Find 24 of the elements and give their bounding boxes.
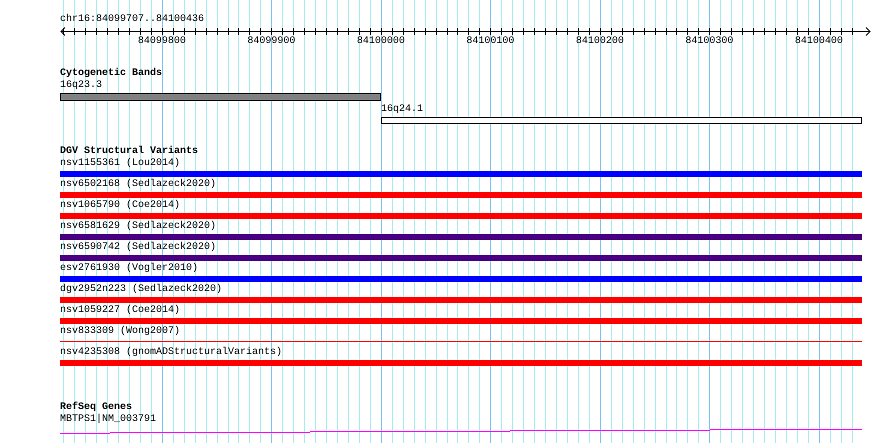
gene-label: MBTPS1|NM_003791 [60,414,156,426]
tick-label: 84100200 [576,36,624,48]
tick-label: 84099900 [247,36,296,48]
band-label: 16q23.3 [60,80,102,92]
variant-label: nsv6581629 (Sedlazeck2020) [60,221,216,233]
track-title: RefSeq Genes [60,402,132,414]
tick-label: 84100400 [794,36,843,48]
tick-label: 84099800 [138,36,186,48]
track-title: Cytogenetic Bands [60,68,162,80]
variant-label: nsv833309 (Wong2007) [60,326,180,338]
variant-label: nsv1059227 (Coe2014) [60,305,180,317]
tick-label: 84100000 [356,36,405,48]
variant-label: nsv1155361 (Lou2014) [60,158,180,170]
track-title: DGV Structural Variants [60,146,198,158]
variant-label: nsv1065790 (Coe2014) [60,200,180,212]
variant-label: nsv6590742 (Sedlazeck2020) [60,242,216,254]
band-label: 16q24.1 [381,104,424,116]
location-label: chr16:84099707..84100436 [60,14,204,26]
variant-label: dgv2952n223 (Sedlazeck2020) [60,284,222,296]
tick-label: 84100300 [685,36,734,48]
variant-label: nsv6502168 (Sedlazeck2020) [60,179,216,191]
variant-label: nsv4235308 (gnomADStructuralVariants) [60,347,282,359]
tick-label: 84100100 [466,36,514,48]
variant-label: esv2761930 (Vogler2010) [60,263,198,275]
